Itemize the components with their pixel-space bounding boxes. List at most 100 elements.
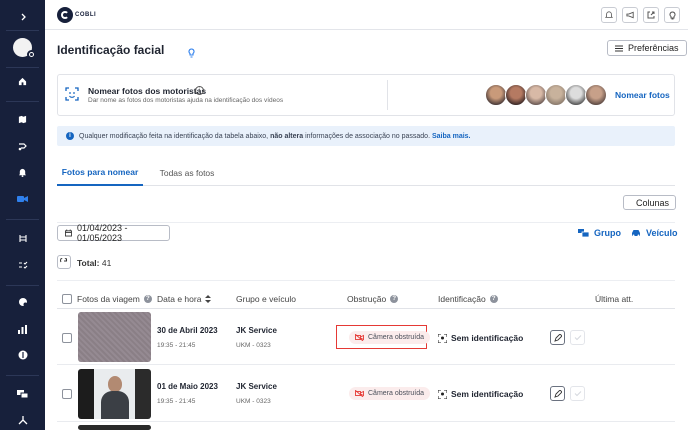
- lightbulb-icon: [669, 10, 675, 19]
- edit-button[interactable]: [550, 386, 565, 401]
- help-icon[interactable]: ?: [143, 295, 152, 303]
- group-filter-button[interactable]: Grupo: [578, 228, 621, 238]
- expand-sidebar-icon[interactable]: [0, 6, 45, 28]
- routes-icon[interactable]: [0, 135, 45, 157]
- identification-status: Sem identificação: [438, 389, 523, 399]
- sidebar-divider: [6, 375, 39, 376]
- trip-photo-thumbnail[interactable]: [78, 425, 151, 430]
- name-photos-link[interactable]: Nomear fotos: [615, 90, 670, 100]
- edit-button[interactable]: [550, 330, 565, 345]
- learn-more-link[interactable]: Saiba mais.: [432, 133, 471, 140]
- pencil-icon: [553, 333, 562, 342]
- video-camera-icon[interactable]: [0, 188, 45, 210]
- announcements-button[interactable]: [622, 7, 638, 23]
- map-icon[interactable]: [0, 108, 45, 130]
- row-checkbox[interactable]: [62, 389, 72, 399]
- table-top-divider: [57, 280, 675, 281]
- sidebar-divider: [6, 219, 39, 220]
- preferences-button[interactable]: Preferências: [607, 40, 687, 56]
- driver-avatar: [545, 84, 567, 106]
- identification-status: Sem identificação: [438, 333, 523, 343]
- external-link-button[interactable]: [643, 7, 659, 23]
- help-icon[interactable]: ?: [489, 295, 498, 303]
- vehicle-filter-button[interactable]: Veículo: [631, 228, 678, 238]
- info-banner: i Qualquer modificação feita na identifi…: [57, 126, 675, 146]
- check-icon: [574, 391, 581, 397]
- calendar-icon: [65, 229, 72, 237]
- sidebar-divider: [6, 30, 39, 31]
- header-trip-photos: Fotos da viagem?: [77, 294, 152, 304]
- bell-icon: [605, 11, 613, 18]
- driver-avatar: [485, 84, 507, 106]
- driver-avatar: [505, 84, 527, 106]
- info-circle-icon: i: [66, 132, 74, 140]
- refresh-icon: [60, 258, 68, 263]
- row-time: 19:35 - 21:45: [157, 398, 196, 405]
- group-vehicles-icon: [578, 229, 589, 237]
- home-icon[interactable]: [0, 70, 45, 92]
- reports-chart-icon[interactable]: [0, 318, 45, 340]
- obstruction-badge: Câmera obstruída: [349, 387, 431, 400]
- select-all-checkbox[interactable]: [62, 294, 72, 304]
- row-group: JK Service: [236, 382, 277, 391]
- sidebar-divider: [6, 285, 39, 286]
- tab-bar: Fotos para nomear Todas as fotos: [57, 160, 675, 186]
- confirm-button[interactable]: [570, 386, 585, 401]
- row-date: 01 de Maio 2023: [157, 382, 218, 391]
- user-avatar[interactable]: [0, 36, 45, 59]
- header-identification: Identificação?: [438, 294, 498, 304]
- camera-off-icon: [355, 390, 364, 397]
- group-label: Grupo: [594, 228, 621, 238]
- total-value: 41: [101, 258, 112, 268]
- header-obstruction: Obstrução?: [347, 294, 399, 304]
- page-title: Identificação facial: [57, 43, 165, 57]
- row-vehicle: UKM - 0323: [236, 342, 271, 349]
- trip-photo-thumbnail[interactable]: [78, 369, 151, 419]
- row-date: 30 de Abril 2023: [157, 326, 218, 335]
- notifications-button[interactable]: [601, 7, 617, 23]
- external-link-icon: [647, 11, 655, 19]
- integrations-icon[interactable]: [0, 409, 45, 431]
- row-group: JK Service: [236, 326, 277, 335]
- obstruction-badge: Câmera obstruída: [349, 331, 431, 344]
- refresh-button[interactable]: [57, 255, 71, 269]
- card-divider: [387, 80, 388, 110]
- sidebar: [0, 0, 45, 430]
- header-group-vehicle: Grupo e veículo: [236, 294, 297, 304]
- vehicles-icon[interactable]: [0, 382, 45, 404]
- trips-icon[interactable]: [0, 227, 45, 249]
- row-vehicle: UKM - 0323: [236, 398, 271, 405]
- car-icon: [632, 230, 640, 237]
- tab-all-photos[interactable]: Todas as fotos: [147, 160, 227, 186]
- sort-icon: [205, 295, 212, 303]
- top-bar: COBLI: [45, 0, 688, 30]
- settings-gear-icon: [27, 49, 36, 59]
- sidebar-divider: [6, 101, 39, 102]
- info-text-bold: não altera: [270, 132, 304, 140]
- date-range-value: 01/04/2023 - 01/05/2023: [76, 223, 128, 243]
- tips-lightbulb-icon[interactable]: [188, 45, 195, 63]
- tips-button[interactable]: [664, 7, 680, 23]
- confirm-button[interactable]: [570, 330, 585, 345]
- face-scan-icon: [438, 389, 447, 399]
- row-checkbox[interactable]: [62, 333, 72, 343]
- fuel-alert-icon[interactable]: [0, 291, 45, 313]
- tasks-icon[interactable]: [0, 254, 45, 276]
- info-text-prefix: Qualquer modificação feita na identifica…: [79, 132, 271, 140]
- help-icon[interactable]: ?: [390, 295, 399, 303]
- date-range-picker[interactable]: 01/04/2023 - 01/05/2023: [57, 223, 170, 243]
- finance-coin-icon[interactable]: [0, 344, 45, 366]
- header-date-time[interactable]: Data e hora: [157, 294, 212, 304]
- vehicle-label: Veículo: [646, 228, 678, 238]
- face-scan-icon: [65, 87, 79, 106]
- notification-bell-icon[interactable]: [0, 161, 45, 183]
- face-scan-icon: [438, 333, 447, 343]
- camera-off-icon: [355, 334, 364, 341]
- sliders-icon: [615, 45, 623, 51]
- trip-photo-thumbnail[interactable]: [78, 312, 151, 362]
- pencil-icon: [553, 389, 562, 398]
- columns-button[interactable]: Colunas: [623, 195, 676, 210]
- name-card-subtitle: Dar nome as fotos dos motoristas ajuda n…: [88, 97, 284, 104]
- tab-photos-to-name[interactable]: Fotos para nomear: [57, 160, 143, 186]
- info-icon[interactable]: i: [195, 86, 204, 95]
